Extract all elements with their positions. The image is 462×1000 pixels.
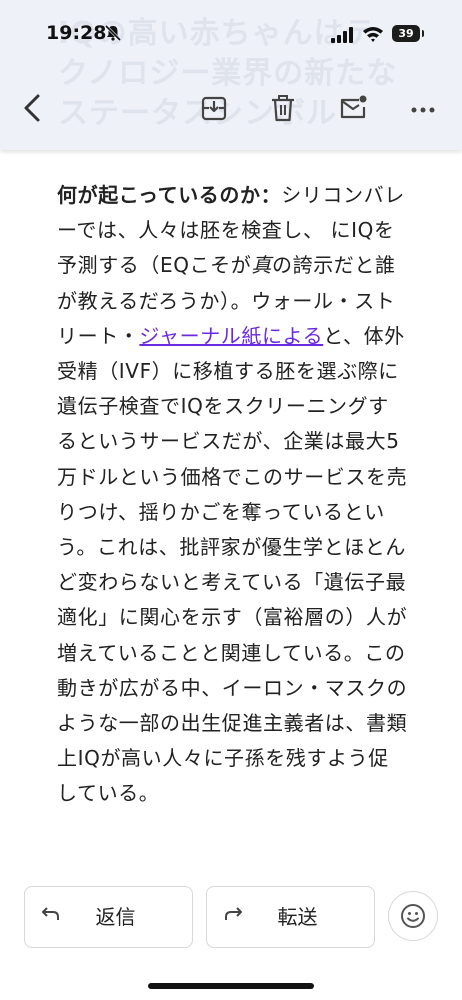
bell-slash-icon [104, 24, 122, 42]
reply-button[interactable]: 返信 [24, 886, 193, 948]
cellular-signal-icon [331, 27, 353, 43]
archive-icon [201, 96, 227, 121]
status-bar: 19:28 39 [0, 0, 462, 66]
lead-heading: 何が起こっているのか： [57, 183, 282, 207]
home-indicator [148, 983, 314, 989]
emoji-reaction-button[interactable] [388, 891, 438, 941]
body-segment: と、体外受精（IVF）に移植する胚を選ぶ際に遺伝子検査でIQをスクリーニングする… [57, 323, 408, 806]
status-time: 19:28 [46, 22, 107, 44]
back-arrow-icon [24, 94, 40, 122]
trash-icon [272, 95, 294, 122]
wifi-icon [363, 27, 383, 42]
mark-unread-icon [340, 95, 367, 119]
forward-button[interactable]: 転送 [206, 886, 375, 948]
more-options-button[interactable] [405, 90, 441, 126]
forward-label: 転送 [277, 905, 318, 929]
mark-unread-button[interactable] [335, 90, 371, 126]
reply-label: 返信 [95, 905, 136, 929]
archive-button[interactable] [196, 90, 232, 126]
emphasis-text: 真 [251, 253, 272, 278]
smiley-icon [401, 904, 425, 928]
back-button[interactable] [16, 90, 52, 126]
more-icon [411, 107, 435, 113]
message-body: 何が起こっているのか：シリコンバレーでは、人々は胚を検査し、 にIQを予測する（… [57, 178, 409, 812]
app-header: IQの高い赤ちゃんはテクノロジー業界の新たなステータスシンボル 19:28 39 [0, 0, 462, 150]
wsj-link[interactable]: ジャーナル紙による [139, 324, 323, 348]
battery-indicator: 39 [392, 25, 424, 42]
delete-button[interactable] [265, 90, 301, 126]
